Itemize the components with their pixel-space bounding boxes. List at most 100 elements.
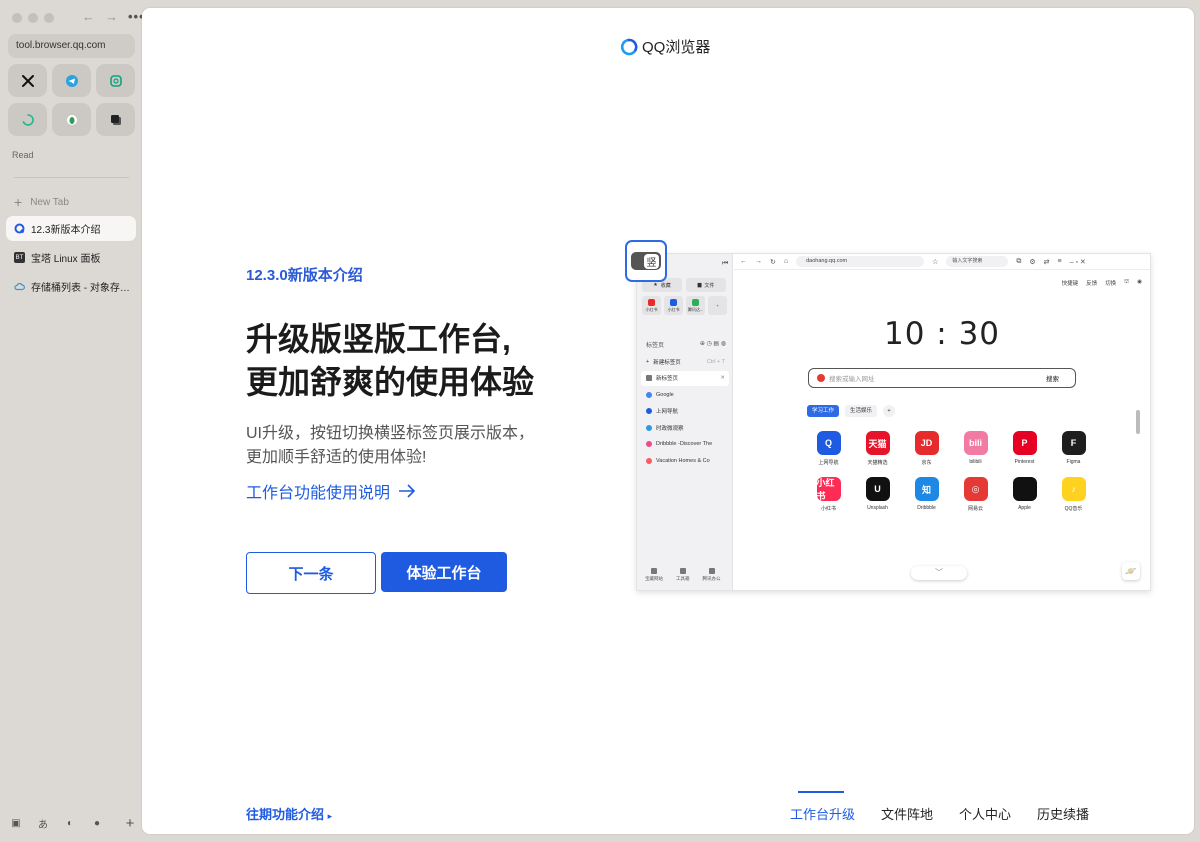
- app-label: QQ音乐: [1064, 506, 1083, 512]
- toggle-knob: 竖: [644, 253, 659, 269]
- preview-app: 小红书 小红书: [804, 477, 853, 512]
- news-icon: [646, 424, 652, 431]
- workspace-guide-link[interactable]: 工作台功能使用说明: [246, 479, 416, 503]
- plus-icon: +: [14, 194, 23, 210]
- app-icon: F: [1061, 431, 1086, 455]
- tab-workspace-upgrade[interactable]: 工作台升级: [790, 788, 855, 823]
- minimize-window-button[interactable]: [28, 13, 38, 23]
- app-icon: U: [865, 477, 890, 501]
- workspace-preview: ⏮ ★ 收藏 ▆ 文件 小红书 小红书 腾讯达... + 标签页 ⊕ ◷ ▤ ◍ +…: [625, 240, 1151, 591]
- preview-search-box: 搜索或输入网址 搜索: [808, 368, 1076, 388]
- tab-file-area[interactable]: 文件阵地: [881, 788, 933, 823]
- tab-label: 存储桶列表 - 对象存储 - 控制台: [31, 283, 136, 294]
- next-button[interactable]: 下一条: [246, 552, 376, 594]
- spinner-icon: [22, 113, 34, 126]
- app-label: 小红书: [820, 506, 836, 512]
- pinned-stack[interactable]: [96, 103, 135, 136]
- app-label: 京东: [921, 460, 932, 466]
- preview-app: Q 上网导航: [804, 431, 853, 466]
- preview-mini-app: 腾讯达...: [686, 296, 705, 315]
- browser-sidebar: ← → ••• tool.browser.qq.com Read + New T…: [0, 0, 144, 842]
- preview-tab-section: 标签页 ⊕ ◷ ▤ ◍: [646, 341, 726, 349]
- forward-arrow-icon[interactable]: →: [105, 9, 118, 25]
- preview-right-tools: 快捷键 反馈 切换 ⛫ ◉: [1061, 279, 1142, 287]
- zoom-window-button[interactable]: [44, 13, 54, 23]
- preview-mini-add: +: [708, 296, 727, 315]
- tab-personal-center[interactable]: 个人中心: [959, 788, 1011, 823]
- preview-address-bar: daohang.qq.com: [796, 256, 925, 267]
- feature-tabs: 工作台升级 文件阵地 个人中心 历史续播: [790, 788, 1089, 823]
- folder-icon: ▆: [697, 282, 702, 288]
- preview-category-add: +: [883, 405, 896, 417]
- pinned-chatgpt[interactable]: [96, 64, 135, 97]
- headline-line: 升级版竖版工作台,: [246, 321, 511, 357]
- try-workspace-button[interactable]: 体验工作台: [381, 552, 507, 592]
- app-icon: bili: [963, 431, 988, 455]
- new-tab-button[interactable]: + New Tab: [14, 194, 69, 210]
- app-icon: 知: [914, 477, 939, 501]
- preview-collapse-icon: ⏮: [722, 260, 729, 267]
- home-icon: ⌂: [783, 258, 789, 265]
- play-icon: [692, 298, 699, 306]
- chatgpt-icon: [109, 74, 122, 87]
- settings-icon: ⚙: [1029, 258, 1036, 266]
- preview-app: bili bilibili: [951, 431, 1000, 466]
- app-icon: 小红书: [816, 477, 841, 501]
- tab-list: 12.3新版本介绍 BT 宝塔 Linux 面板 存储桶列表 - 对象存储 - …: [6, 216, 136, 303]
- tab-version-intro[interactable]: 12.3新版本介绍: [6, 216, 136, 241]
- plus-icon: +: [646, 358, 650, 365]
- url-bar[interactable]: tool.browser.qq.com: [8, 34, 135, 58]
- tab-favicon-icon: [646, 375, 652, 381]
- preview-category: 生活娱乐: [845, 405, 878, 417]
- preview-category: 学习工作: [807, 405, 840, 417]
- close-window-button[interactable]: [12, 13, 22, 23]
- pinned-sites: [8, 64, 135, 136]
- caret-right-icon: ▸: [327, 811, 333, 821]
- back-arrow-icon[interactable]: ←: [82, 9, 95, 25]
- ghost-icon[interactable]: ◐: [64, 818, 76, 829]
- tab-label: 12.3新版本介绍: [31, 225, 101, 236]
- window-controls-icon: – ▫ ✕: [1069, 258, 1086, 266]
- treasure-icon: [651, 568, 657, 574]
- toggle-track: 竖: [631, 252, 661, 270]
- x-logo-icon: [21, 74, 34, 87]
- preview-app: 知 Dribbble: [902, 477, 951, 512]
- preview-files: ▆ 文件: [686, 278, 726, 292]
- new-tab-label: New Tab: [30, 196, 69, 208]
- tab-storage-bucket[interactable]: 存储桶列表 - 对象存储 - 控制台: [6, 274, 136, 299]
- airbnb-icon: [646, 457, 652, 464]
- bt-icon: BT: [14, 252, 25, 263]
- preview-vertical-sidebar: ⏮ ★ 收藏 ▆ 文件 小红书 小红书 腾讯达... + 标签页 ⊕ ◷ ▤ ◍ +…: [637, 254, 733, 590]
- preview-tab: 上网导航: [641, 404, 729, 419]
- preview-scrollbar: [1136, 410, 1140, 434]
- pinned-x[interactable]: [8, 64, 47, 97]
- pinned-leaf[interactable]: [52, 103, 91, 136]
- app-icon: P: [1012, 431, 1037, 455]
- briefcase-icon[interactable]: ▣: [10, 818, 22, 829]
- preview-side-tool: 工具箱: [676, 568, 690, 582]
- close-icon: ✕: [720, 375, 725, 381]
- menu-icon: ≡: [1057, 258, 1062, 265]
- extension-icon: ⧉: [1016, 257, 1022, 265]
- toolbox-icon: [679, 568, 686, 574]
- description: UI升级，按钮切换横竖标签页展示版本， 更加顺手舒适的使用体验!: [246, 422, 576, 470]
- tab-history-resume[interactable]: 历史续播: [1037, 788, 1089, 823]
- preview-new-tab: + 新建标签页 Ctrl + T: [646, 358, 725, 366]
- app-label: bilibili: [969, 459, 982, 465]
- headline-line: 更加舒爽的使用体验: [246, 364, 535, 400]
- arrow-right-icon: [399, 484, 416, 498]
- dot-icon[interactable]: ●: [91, 818, 103, 829]
- tab-label: 宝塔 Linux 面板: [31, 254, 101, 265]
- tab-bt-panel[interactable]: BT 宝塔 Linux 面板: [6, 245, 136, 270]
- preview-small-search: 输入文字搜索: [946, 256, 1009, 267]
- preview-app: ◎ 网易云: [951, 477, 1000, 512]
- preview-mini-app: 小红书: [642, 296, 661, 315]
- qq-browser-icon: [14, 223, 25, 234]
- pinned-loading[interactable]: [8, 103, 47, 136]
- plus-icon: +: [716, 303, 719, 308]
- translate-icon[interactable]: あ: [37, 816, 49, 831]
- add-icon[interactable]: +: [124, 815, 136, 832]
- history-features-link[interactable]: 往期功能介绍 ▸: [246, 804, 332, 823]
- pinned-telegram[interactable]: [52, 64, 91, 97]
- app-icon: Q: [816, 431, 841, 455]
